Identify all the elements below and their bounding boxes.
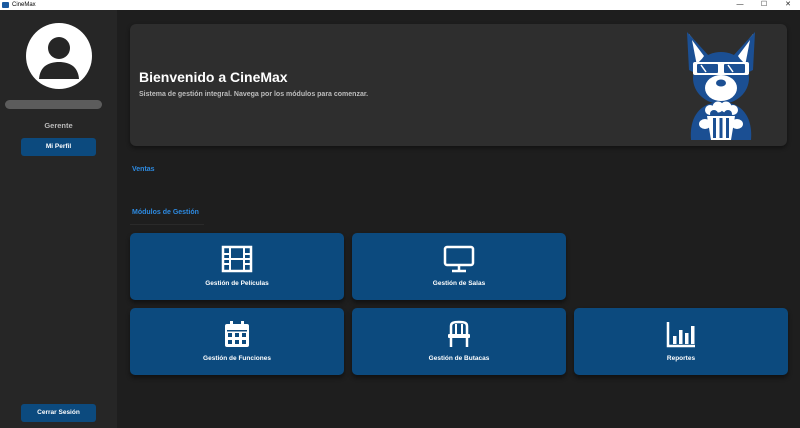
dog-mascot-icon — [687, 32, 755, 140]
window-titlebar: CineMax — ☐ ✕ — [0, 0, 800, 10]
sidebar: Gerente Mi Perfil Cerrar Sesión — [0, 10, 117, 428]
welcome-banner: Bienvenido a CineMax Sistema de gestión … — [130, 24, 787, 146]
banner-title: Bienvenido a CineMax — [139, 69, 288, 85]
window-controls: — ☐ ✕ — [728, 0, 800, 10]
close-icon[interactable]: ✕ — [776, 0, 800, 10]
app-logo-icon — [2, 2, 9, 8]
module-card-butacas[interactable]: Gestión de Butacas — [352, 308, 566, 375]
chair-icon — [448, 320, 470, 347]
module-label: Gestión de Funciones — [203, 355, 271, 362]
logout-button[interactable]: Cerrar Sesión — [21, 404, 96, 422]
avatar — [26, 23, 92, 89]
user-icon — [39, 37, 79, 79]
module-card-reportes[interactable]: Reportes — [574, 308, 788, 375]
banner-subtitle: Sistema de gestión integral. Navega por … — [139, 91, 369, 98]
profile-button[interactable]: Mi Perfil — [21, 138, 96, 156]
section-divider — [130, 224, 204, 225]
user-role: Gerente — [44, 121, 73, 130]
main-content: Bienvenido a CineMax Sistema de gestión … — [117, 10, 800, 428]
section-gestion: Módulos de Gestión — [132, 209, 199, 216]
module-label: Gestión de Películas — [205, 280, 269, 287]
module-card-peliculas[interactable]: Gestión de Películas — [130, 233, 344, 300]
maximize-icon[interactable]: ☐ — [752, 0, 776, 10]
film-icon — [221, 245, 253, 273]
user-name-placeholder — [5, 100, 102, 109]
bar-chart-icon — [666, 322, 695, 348]
window-title: CineMax — [12, 2, 36, 8]
module-label: Gestión de Butacas — [428, 355, 490, 362]
minimize-icon[interactable]: — — [728, 0, 752, 10]
module-card-salas[interactable]: Gestión de Salas — [352, 233, 566, 300]
monitor-icon — [443, 245, 475, 273]
module-label: Reportes — [666, 355, 696, 362]
calendar-icon — [225, 321, 249, 347]
module-card-funciones[interactable]: Gestión de Funciones — [130, 308, 344, 375]
module-label: Gestión de Salas — [432, 280, 486, 287]
section-ventas: Ventas — [132, 166, 155, 173]
